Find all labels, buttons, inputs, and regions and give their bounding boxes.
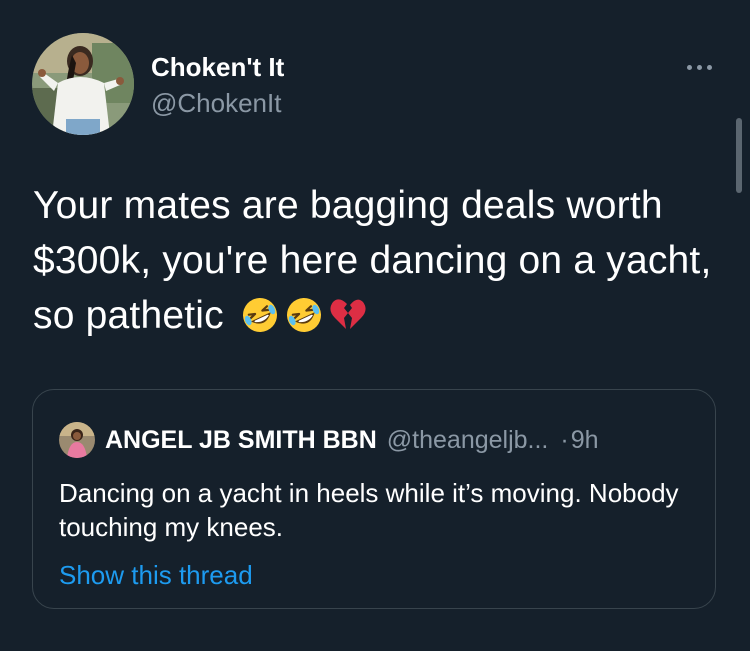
quoted-timestamp[interactable]: 9h bbox=[571, 424, 599, 456]
quoted-tweet-card[interactable]: ANGEL JB SMITH BBN @theangeljb... · 9h D… bbox=[32, 389, 716, 609]
quoted-author-display-name: ANGEL JB SMITH BBN bbox=[105, 426, 377, 454]
show-thread-link[interactable]: Show this thread bbox=[59, 559, 253, 591]
quoted-tweet-text: Dancing on a yacht in heels while it’s m… bbox=[59, 478, 679, 542]
rolling-on-floor-laughing-emoji bbox=[285, 296, 323, 334]
more-horizontal-icon bbox=[686, 64, 692, 70]
rolling-on-floor-laughing-emoji bbox=[241, 296, 279, 334]
quoted-author-handle: @theangeljb... bbox=[386, 426, 549, 454]
author-display-name[interactable]: Choken't It bbox=[151, 52, 284, 82]
broken-heart-emoji bbox=[329, 296, 367, 334]
more-options-button[interactable] bbox=[676, 52, 722, 82]
quoted-author-avatar[interactable] bbox=[59, 422, 95, 458]
author-handle[interactable]: @ChokenIt bbox=[151, 88, 281, 118]
tweet[interactable]: Choken't It @ChokenIt Your mates are bag… bbox=[0, 0, 750, 651]
scrollbar-thumb[interactable] bbox=[736, 118, 742, 193]
quoted-separator: · bbox=[560, 426, 569, 454]
author-avatar[interactable] bbox=[32, 33, 134, 135]
quoted-header: ANGEL JB SMITH BBN @theangeljb... · 9h bbox=[105, 424, 599, 456]
tweet-text: Your mates are bagging deals worth $300k… bbox=[33, 178, 723, 343]
tweet-text-content: Your mates are bagging deals worth $300k… bbox=[33, 184, 712, 337]
